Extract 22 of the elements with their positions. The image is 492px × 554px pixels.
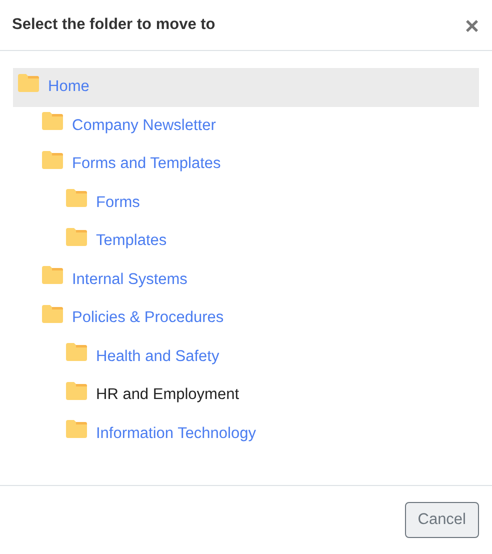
folder-icon <box>66 228 87 246</box>
folder-icon <box>42 266 63 284</box>
folder-icon <box>42 304 63 323</box>
close-button[interactable]: × <box>464 15 479 39</box>
folder-item[interactable]: Forms <box>13 184 479 222</box>
folder-icon <box>42 150 63 169</box>
folder-item[interactable]: Company Newsletter <box>13 106 479 145</box>
folder-icon <box>66 382 87 400</box>
folder-item[interactable]: Templates <box>13 222 479 260</box>
folder-item[interactable]: Internal Systems <box>13 260 479 299</box>
folder-item[interactable]: Forms and Templates <box>13 145 479 184</box>
dialog-title: Select the folder to move to <box>12 16 216 34</box>
folder-icon <box>66 189 87 208</box>
folder-icon <box>66 343 87 362</box>
folder-item[interactable]: Policies & Procedures <box>13 299 479 338</box>
folder-icon <box>42 112 63 130</box>
cancel-button[interactable]: Cancel <box>404 502 479 538</box>
folder-item[interactable]: Information Technology <box>13 414 479 453</box>
folder-icon <box>66 420 87 438</box>
folder-item[interactable]: Home <box>13 68 479 106</box>
folder-item[interactable]: Health and Safety <box>13 338 479 376</box>
folder-icon <box>18 74 39 92</box>
